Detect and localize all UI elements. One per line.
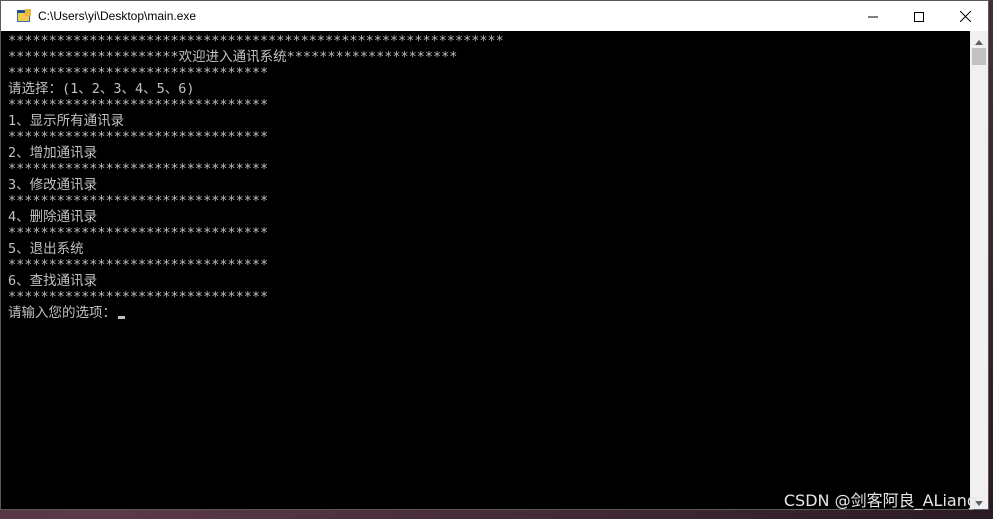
console-app-icon[interactable] [16, 8, 32, 24]
console-line: 6、查找通讯录 [8, 273, 98, 289]
close-icon [959, 7, 971, 26]
scroll-thumb[interactable] [972, 48, 986, 65]
minimize-button[interactable] [850, 1, 896, 31]
console-line: ******************************** [8, 161, 269, 177]
maximize-button[interactable] [896, 1, 942, 31]
console-line: 4、删除通讯录 [8, 209, 98, 225]
text-cursor [118, 316, 125, 319]
console-line: ******************************** [8, 129, 269, 145]
maximize-icon [914, 7, 924, 26]
console-line: ******************************** [8, 257, 269, 273]
console-line: ******************************** [8, 225, 269, 241]
watermark: CSDN @剑客阿良_ALiang [783, 491, 977, 510]
console-line: ******************************** [8, 97, 269, 113]
close-button[interactable] [942, 1, 988, 31]
console-line: *********************欢迎进入通讯系统***********… [8, 49, 458, 65]
console-line: 2、增加通讯录 [8, 145, 98, 161]
scroll-up-button[interactable] [970, 31, 988, 48]
caption-buttons [850, 1, 988, 31]
console-line: ****************************************… [8, 33, 504, 49]
window-title: C:\Users\yi\Desktop\main.exe [38, 9, 197, 23]
chevron-up-icon [975, 30, 983, 49]
vertical-scrollbar[interactable] [970, 31, 988, 509]
title-bar[interactable]: C:\Users\yi\Desktop\main.exe [1, 1, 988, 31]
console-window[interactable]: C:\Users\yi\Desktop\main.exe ***********… [0, 0, 989, 510]
console-line: ******************************** [8, 65, 269, 81]
console-line: 1、显示所有通讯录 [8, 113, 125, 129]
console-line: ******************************** [8, 193, 269, 209]
console-line: ******************************** [8, 289, 269, 305]
minimize-icon [868, 7, 878, 26]
input-prompt: 请输入您的选项： [8, 305, 116, 321]
console-line: 3、修改通讯录 [8, 177, 98, 193]
console-output[interactable]: ****************************************… [1, 31, 970, 509]
console-line: 请选择：(1、2、3、4、5、6) [8, 81, 195, 97]
input-prompt-line: 请输入您的选项： [8, 305, 125, 321]
console-line: 5、退出系统 [8, 241, 84, 257]
